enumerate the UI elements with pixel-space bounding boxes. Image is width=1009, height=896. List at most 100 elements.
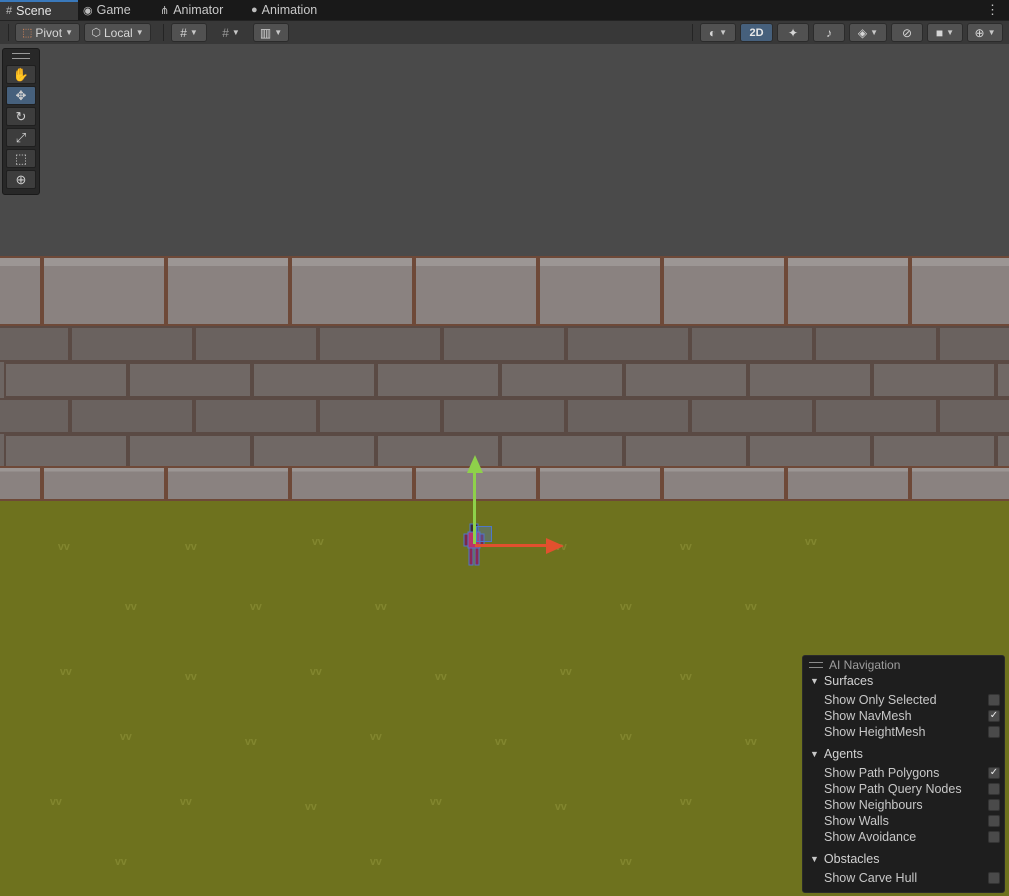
rotate-icon: ↻ bbox=[15, 108, 27, 124]
option-show-avoidance[interactable]: Show Avoidance bbox=[824, 829, 1000, 845]
wall-brick bbox=[442, 326, 566, 362]
effects-dropdown[interactable]: ◈ ▼ bbox=[849, 23, 887, 42]
chevron-down-icon: ▼ bbox=[274, 28, 283, 37]
wall-base-block bbox=[786, 466, 910, 501]
tab-animation[interactable]: ● Animation bbox=[251, 0, 317, 20]
show-navmesh-checkbox[interactable]: ✓ bbox=[988, 710, 1000, 722]
option-show-navmesh[interactable]: Show NavMesh ✓ bbox=[824, 708, 1000, 724]
tab-game[interactable]: ◉ Game bbox=[83, 0, 131, 20]
grass-tuft: ᵥᵥ bbox=[555, 796, 567, 813]
option-show-neighbours[interactable]: Show Neighbours bbox=[824, 797, 1000, 813]
wall-brick bbox=[690, 398, 814, 434]
foldout-triangle-icon[interactable]: ▼ bbox=[810, 676, 819, 686]
audio-toggle[interactable]: ♪ bbox=[813, 23, 845, 42]
more-options-icon[interactable]: ⋮ bbox=[986, 2, 999, 18]
show-walls-checkbox[interactable] bbox=[988, 815, 1000, 827]
grass-tuft: ᵥᵥ bbox=[305, 796, 317, 813]
grass-tuft: ᵥᵥ bbox=[435, 666, 447, 683]
show-path-query-nodes-checkbox[interactable] bbox=[988, 783, 1000, 795]
2d-mode-toggle[interactable]: 2D bbox=[740, 23, 773, 42]
wall-base-block bbox=[42, 466, 166, 501]
hand-tool-button[interactable]: ✋ bbox=[6, 65, 36, 84]
show-carve-hull-checkbox[interactable] bbox=[988, 872, 1000, 884]
grass-tuft: ᵥᵥ bbox=[620, 851, 632, 868]
show-path-polygons-checkbox[interactable]: ✓ bbox=[988, 767, 1000, 779]
move-gizmo-x-axis[interactable] bbox=[475, 544, 550, 547]
y-axis-arrow-icon[interactable] bbox=[467, 455, 483, 473]
chevron-down-icon: ▼ bbox=[65, 28, 73, 37]
ai-navigation-header[interactable]: AI Navigation bbox=[809, 657, 900, 673]
draw-mode-dropdown[interactable]: ◐ ▼ bbox=[700, 23, 736, 42]
wall-brick bbox=[252, 362, 376, 398]
wall-brick bbox=[872, 434, 996, 468]
grass-tuft: ᵥᵥ bbox=[60, 661, 72, 678]
camera-settings-dropdown[interactable]: ■ ▼ bbox=[927, 23, 963, 42]
option-show-heightmesh[interactable]: Show HeightMesh bbox=[824, 724, 1000, 740]
transform-tool-button[interactable]: ⊕ bbox=[6, 170, 36, 189]
x-axis-arrow-icon[interactable] bbox=[546, 538, 564, 554]
wall-brick bbox=[624, 434, 748, 468]
wall-brick bbox=[500, 434, 624, 468]
increment-snap-button[interactable]: # ▼ bbox=[213, 23, 249, 42]
option-show-only-selected[interactable]: Show Only Selected bbox=[824, 692, 1000, 708]
grass-tuft: ᵥᵥ bbox=[120, 726, 132, 743]
option-label: Show Neighbours bbox=[824, 798, 923, 812]
tab-scene[interactable]: # Scene bbox=[0, 0, 78, 20]
move-tool-button[interactable]: ✥ bbox=[6, 86, 36, 105]
wall-cap-block bbox=[910, 256, 1009, 326]
option-label: Show NavMesh bbox=[824, 709, 912, 723]
show-only-selected-checkbox[interactable] bbox=[988, 694, 1000, 706]
wall-brick bbox=[376, 362, 500, 398]
wall-cap-block bbox=[166, 256, 290, 326]
wall-brick bbox=[0, 326, 70, 362]
option-label: Show Path Polygons bbox=[824, 766, 940, 780]
show-avoidance-checkbox[interactable] bbox=[988, 831, 1000, 843]
scale-tool-button[interactable]: ⤢ bbox=[6, 128, 36, 147]
pivot-dropdown[interactable]: ⬚ Pivot ▼ bbox=[15, 23, 80, 42]
shading-icon: ◐ bbox=[708, 25, 717, 40]
grass-tuft: ᵥᵥ bbox=[745, 596, 757, 613]
option-label: Show Carve Hull bbox=[824, 871, 918, 885]
option-show-walls[interactable]: Show Walls bbox=[824, 813, 1000, 829]
option-show-path-query-nodes[interactable]: Show Path Query Nodes bbox=[824, 781, 1000, 797]
grass-tuft: ᵥᵥ bbox=[250, 596, 262, 613]
gizmos-dropdown[interactable]: ⊕ ▼ bbox=[967, 23, 1003, 42]
scene-viewport[interactable]: ᵥᵥ ᵥᵥ ᵥᵥ ᵥᵥ ᵥᵥ ᵥᵥ ᵥᵥ ᵥᵥ ᵥᵥ ᵥᵥ ᵥᵥ ᵥᵥ ᵥᵥ ᵥ… bbox=[0, 44, 1009, 896]
surfaces-section-header[interactable]: ▼ Surfaces bbox=[810, 673, 873, 689]
pivot-icon: ⬚ bbox=[21, 27, 33, 39]
show-neighbours-checkbox[interactable] bbox=[988, 799, 1000, 811]
grass-tuft: ᵥᵥ bbox=[430, 791, 442, 808]
show-heightmesh-checkbox[interactable] bbox=[988, 726, 1000, 738]
local-dropdown[interactable]: ⬡ Local ▼ bbox=[84, 23, 151, 42]
drag-handle-icon[interactable] bbox=[12, 53, 30, 59]
tab-label: Animation bbox=[261, 3, 318, 17]
chevron-down-icon: ▼ bbox=[719, 28, 728, 37]
chevron-down-icon: ▼ bbox=[189, 28, 198, 37]
wall-brick bbox=[938, 398, 1009, 434]
move-arrows-icon: ✥ bbox=[15, 87, 27, 103]
wall-base-block bbox=[166, 466, 290, 501]
tab-animator[interactable]: ⋔ Animator bbox=[160, 0, 223, 20]
wall-brick bbox=[566, 398, 690, 434]
grid-snapping-button[interactable]: # ▼ bbox=[171, 23, 207, 42]
move-gizmo-y-axis[interactable] bbox=[473, 469, 476, 544]
rotate-tool-button[interactable]: ↻ bbox=[6, 107, 36, 126]
ruler-snap-button[interactable]: ▥ ▼ bbox=[253, 23, 289, 42]
rect-tool-button[interactable]: ⬚ bbox=[6, 149, 36, 168]
foldout-triangle-icon[interactable]: ▼ bbox=[810, 749, 819, 759]
wall-brick bbox=[748, 362, 872, 398]
scene-visibility-toggle[interactable]: ⊘ bbox=[891, 23, 923, 42]
move-gizmo-plane-handle[interactable] bbox=[476, 526, 492, 542]
option-show-path-polygons[interactable]: Show Path Polygons ✓ bbox=[824, 765, 1000, 781]
wall-brick bbox=[996, 434, 1009, 468]
wall-brick bbox=[70, 326, 194, 362]
grass-tuft: ᵥᵥ bbox=[680, 791, 692, 808]
foldout-triangle-icon[interactable]: ▼ bbox=[810, 854, 819, 864]
option-show-carve-hull[interactable]: Show Carve Hull bbox=[824, 870, 1000, 886]
agents-section-header[interactable]: ▼ Agents bbox=[810, 746, 863, 762]
drag-handle-icon[interactable] bbox=[809, 662, 823, 668]
wall-brick bbox=[70, 398, 194, 434]
lighting-toggle[interactable]: ✦ bbox=[777, 23, 809, 42]
obstacles-section-header[interactable]: ▼ Obstacles bbox=[810, 851, 880, 867]
wall-cap-block bbox=[414, 256, 538, 326]
